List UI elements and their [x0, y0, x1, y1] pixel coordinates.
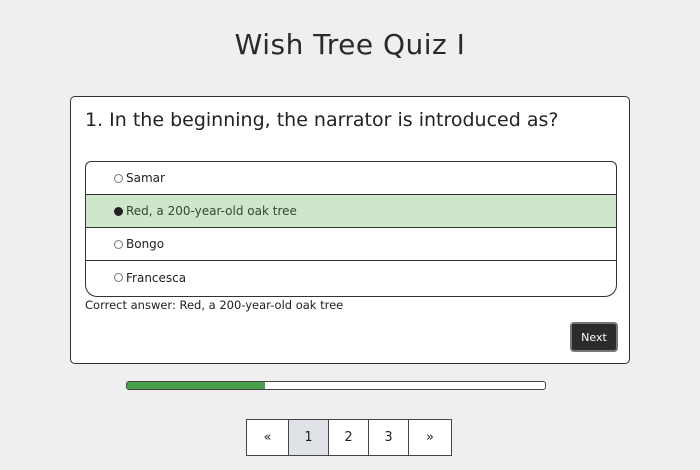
next-button[interactable]: Next	[570, 322, 618, 352]
question-card: 1. In the beginning, the narrator is int…	[70, 96, 630, 364]
radio-button[interactable]	[114, 239, 123, 249]
pagination-page-2[interactable]: 2	[328, 419, 369, 456]
option-label: Bongo	[126, 237, 165, 251]
option-red-oak-tree[interactable]: Red, a 200-year-old oak tree	[86, 195, 616, 228]
radio-button-checked[interactable]	[114, 206, 123, 216]
option-label: Francesca	[126, 270, 187, 285]
option-samar[interactable]: Samar	[86, 162, 616, 195]
radio-button[interactable]	[114, 273, 123, 282]
progress-bar-fill	[127, 382, 265, 389]
answer-options: Samar Red, a 200-year-old oak tree Bongo…	[85, 161, 617, 297]
pagination-next-button[interactable]: »	[408, 419, 452, 456]
pagination-prev-button[interactable]: «	[246, 419, 289, 456]
pagination: « 1 2 3 »	[246, 419, 452, 456]
option-label: Samar	[126, 171, 165, 185]
pagination-page-1[interactable]: 1	[288, 419, 329, 456]
progress-bar	[126, 381, 546, 390]
pagination-page-3[interactable]: 3	[368, 419, 409, 456]
correct-answer-text: Correct answer: Red, a 200-year-old oak …	[85, 298, 344, 312]
option-francesca[interactable]: Francesca	[86, 261, 616, 294]
quiz-title: Wish Tree Quiz I	[234, 28, 466, 61]
option-label: Red, a 200-year-old oak tree	[126, 204, 297, 218]
option-bongo[interactable]: Bongo	[86, 228, 616, 261]
question-text: 1. In the beginning, the narrator is int…	[85, 109, 559, 131]
radio-button[interactable]	[114, 173, 123, 183]
